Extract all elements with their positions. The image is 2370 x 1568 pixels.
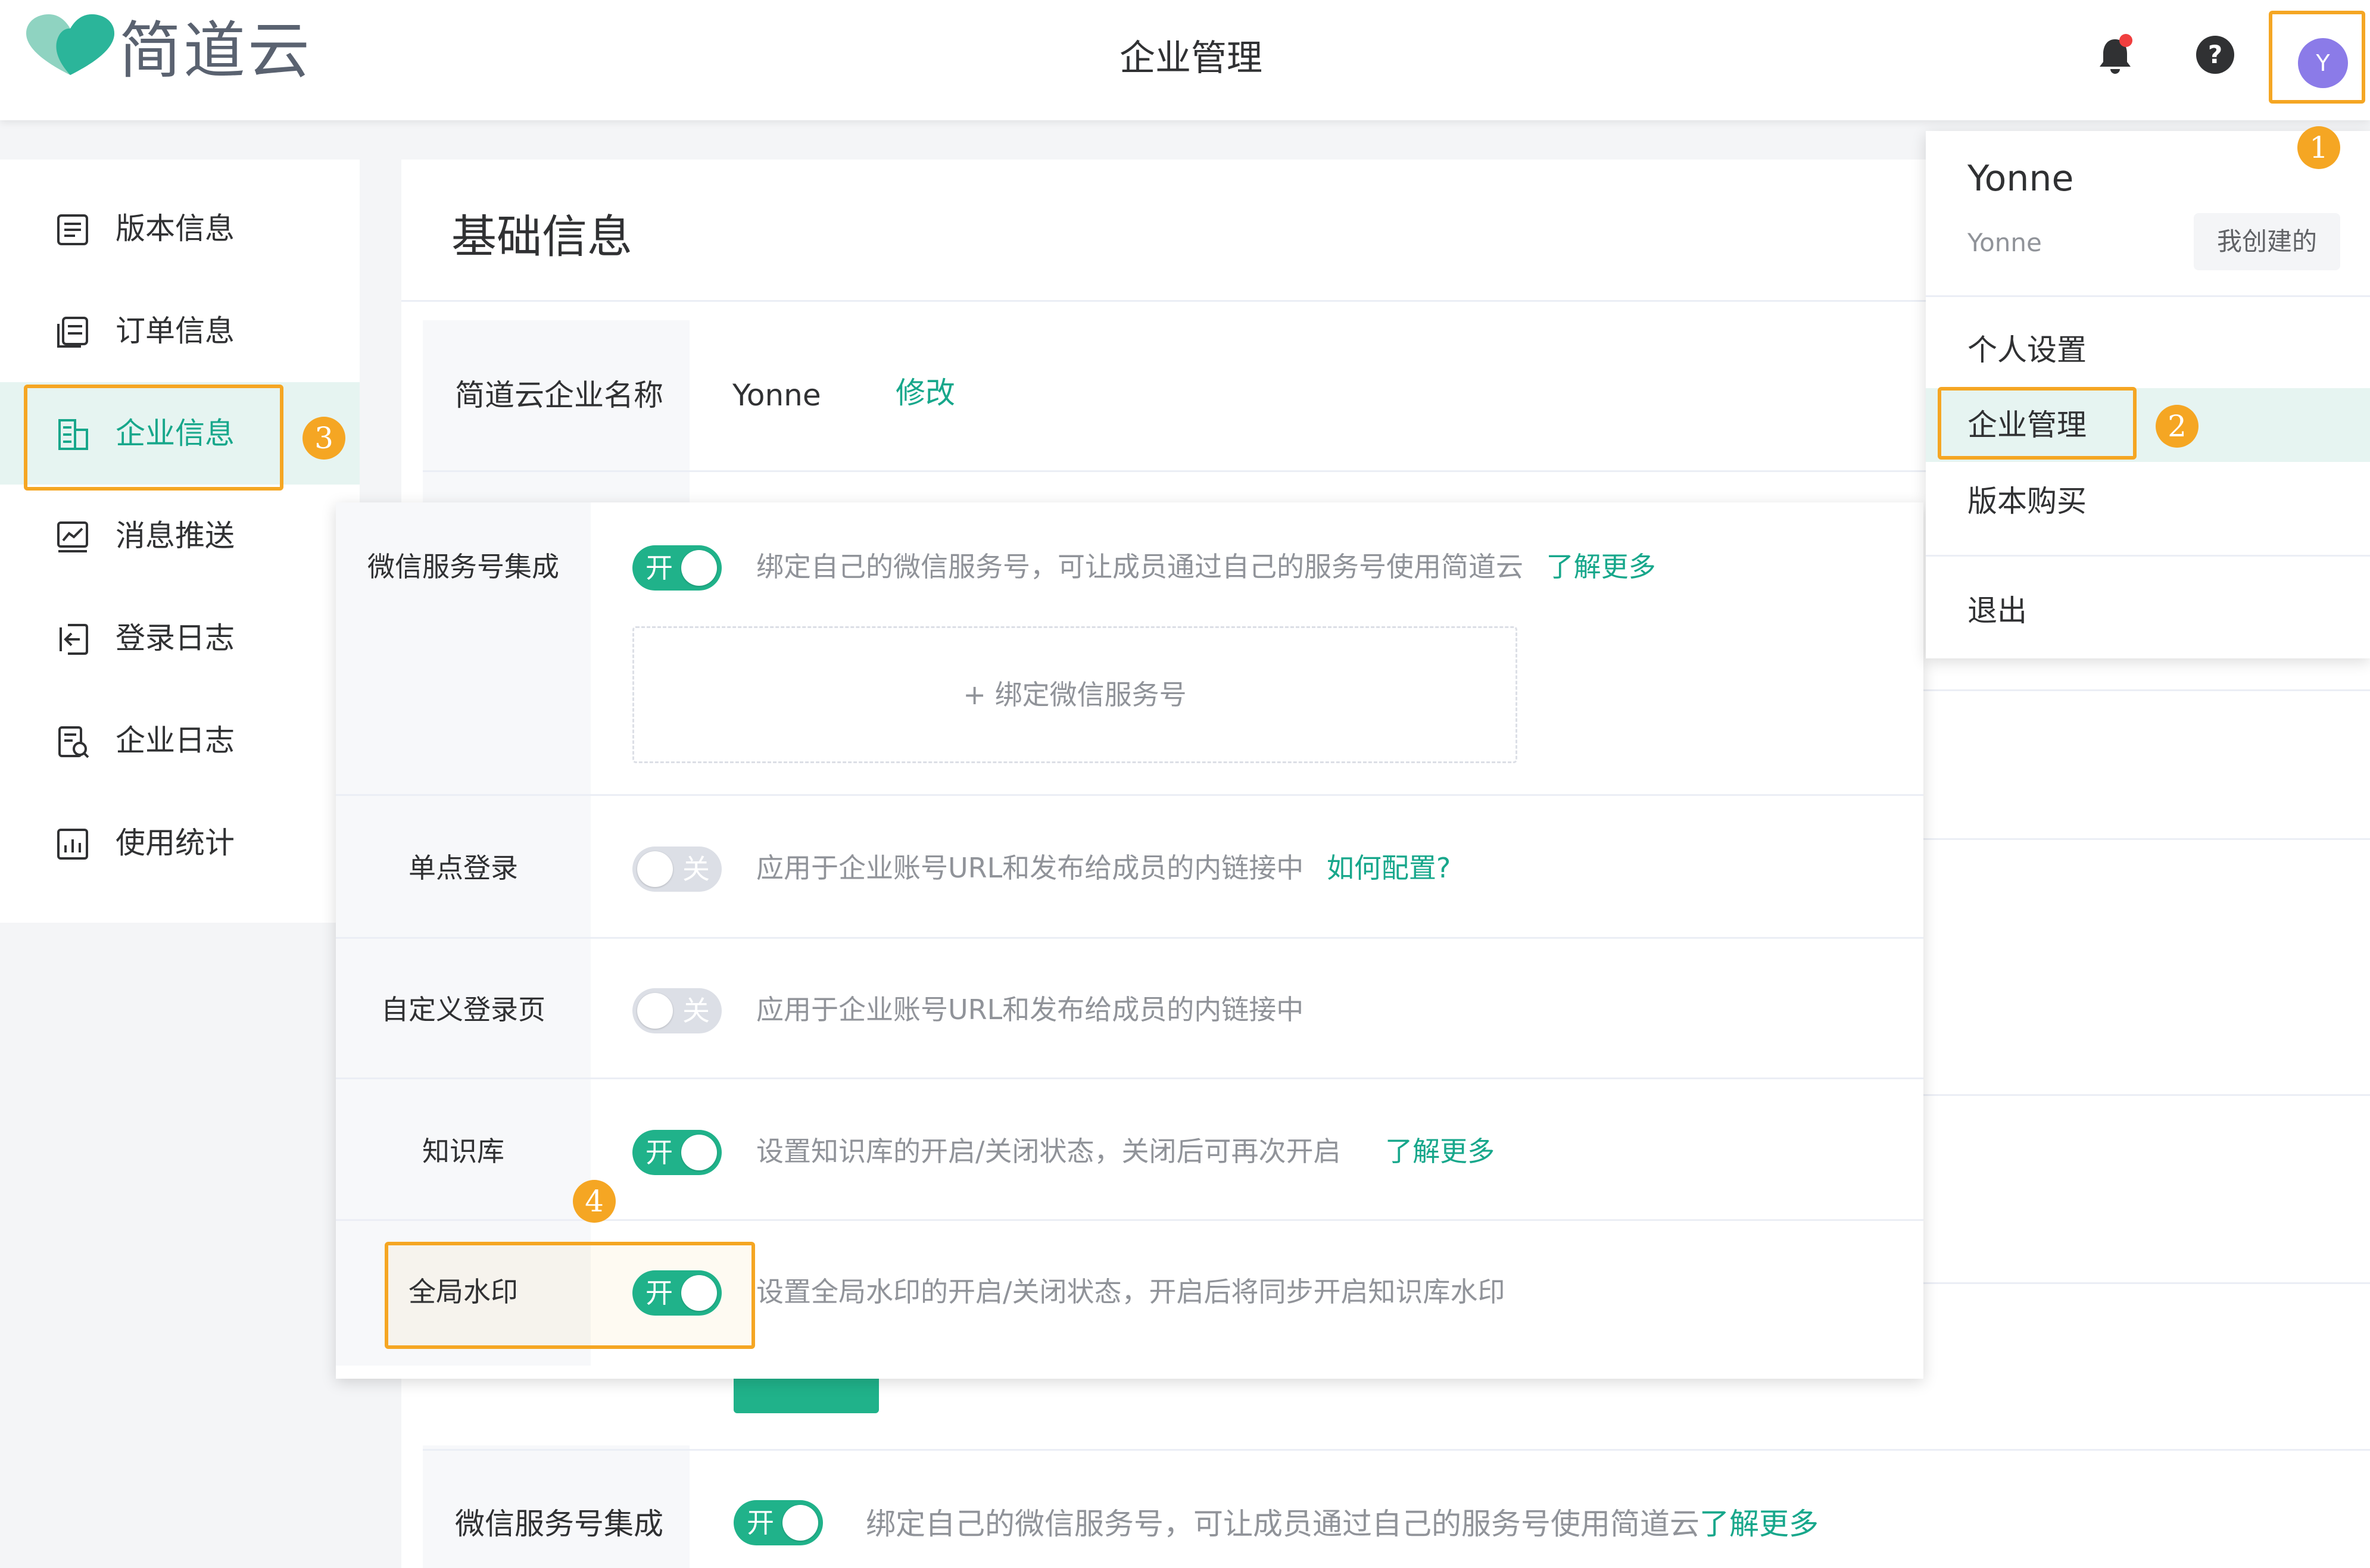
switch-state-text: 开 xyxy=(747,1507,774,1539)
jiandaoyun-logo-icon[interactable] xyxy=(23,11,118,81)
step-badge-4: 4 xyxy=(573,1180,616,1223)
switch-state-text: 开 xyxy=(645,552,673,584)
enterprise-name-value: Yonne xyxy=(732,378,821,413)
switch-knob xyxy=(782,1505,818,1541)
logo-text: 简道云 xyxy=(119,14,313,87)
menu-item-enterprise-management[interactable]: 企业管理 xyxy=(1967,406,2087,444)
step-badge-1: 1 xyxy=(2297,126,2340,169)
page-title: 企业管理 xyxy=(1119,38,1262,79)
wechat-integration-label: 微信服务号集成 xyxy=(455,1507,663,1541)
sidebar-item-label: 版本信息 xyxy=(116,211,235,246)
divider xyxy=(336,1077,1923,1079)
sidebar-item-version-info[interactable]: 版本信息 xyxy=(0,177,360,280)
order-icon xyxy=(57,317,88,348)
switch-knob xyxy=(681,1275,717,1311)
document-icon xyxy=(57,214,88,245)
sso-desc: 应用于企业账号URL和发布给成员的内链接中 如何配置? xyxy=(756,850,1451,886)
sidebar-active-highlight-frame xyxy=(24,385,283,491)
sidebar-item-label: 订单信息 xyxy=(116,314,235,348)
sidebar-item-enterprise-log[interactable]: 企业日志 xyxy=(0,689,360,792)
switch-knob xyxy=(637,851,673,887)
user-dropdown-menu: Yonne Yonne 我创建的 个人设置 企业管理 版本购买 退出 xyxy=(1926,131,2370,658)
panel-label-column xyxy=(336,502,591,1366)
knowledge-base-switch[interactable]: 开 xyxy=(632,1130,722,1175)
wechat-integration-switch[interactable]: 开 xyxy=(734,1500,823,1545)
sidebar-item-label: 消息推送 xyxy=(116,518,235,553)
divider xyxy=(1926,555,2370,557)
knowledge-base-label: 知识库 xyxy=(422,1135,504,1167)
hidden-row-button xyxy=(734,1374,879,1413)
divider xyxy=(336,1219,1923,1221)
switch-knob xyxy=(681,1135,717,1170)
edit-name-link[interactable]: 修改 xyxy=(896,374,955,412)
switch-state-text: 开 xyxy=(645,1136,673,1169)
global-watermark-label: 全局水印 xyxy=(408,1276,518,1308)
desc-text: 应用于企业账号URL和发布给成员的内链接中 xyxy=(756,852,1304,884)
switch-state-text: 关 xyxy=(682,853,710,885)
created-by-me-tag: 我创建的 xyxy=(2194,213,2340,270)
sso-label: 单点登录 xyxy=(408,852,518,884)
help-icon[interactable]: ? xyxy=(2191,31,2239,79)
sidebar: 版本信息 订单信息 企业信息 消息推送 登录日志 企业日志 使用统计 xyxy=(0,160,360,923)
learn-more-link[interactable]: 了解更多 xyxy=(1699,1505,1819,1543)
global-watermark-switch[interactable]: 开 xyxy=(632,1270,722,1316)
notification-bell-icon[interactable] xyxy=(2091,31,2139,79)
sidebar-item-login-log[interactable]: 登录日志 xyxy=(0,587,360,689)
custom-login-page-switch[interactable]: 关 xyxy=(632,988,722,1033)
learn-more-link[interactable]: 了解更多 xyxy=(1385,1135,1495,1167)
avatar[interactable]: Y xyxy=(2298,38,2348,88)
step-badge-3: 3 xyxy=(303,417,345,460)
custom-login-page-label: 自定义登录页 xyxy=(381,994,545,1026)
sidebar-item-usage-stats[interactable]: 使用统计 xyxy=(0,792,360,894)
wechat-integration-desc: 绑定自己的微信服务号，可让成员通过自己的服务号使用简道云 了解更多 xyxy=(756,549,1656,585)
enterprise-name: Yonne xyxy=(1967,228,2042,257)
bind-wechat-account-button[interactable]: + 绑定微信服务号 xyxy=(632,626,1517,763)
knowledge-base-desc: 设置知识库的开启/关闭状态，关闭后可再次开启 了解更多 xyxy=(756,1133,1495,1169)
log-icon xyxy=(58,726,89,758)
sidebar-item-label: 企业日志 xyxy=(116,723,235,758)
svg-text:?: ? xyxy=(2208,40,2222,69)
wechat-integration-switch[interactable]: 开 xyxy=(632,545,722,591)
stats-icon xyxy=(57,829,88,860)
wechat-integration-desc: 绑定自己的微信服务号，可让成员通过自己的服务号使用简道云 xyxy=(866,1507,1699,1541)
how-to-configure-link[interactable]: 如何配置? xyxy=(1327,852,1451,884)
sidebar-item-label: 使用统计 xyxy=(116,826,235,860)
desc-text: 绑定自己的微信服务号，可让成员通过自己的服务号使用简道云 xyxy=(756,551,1523,583)
menu-item-logout[interactable]: 退出 xyxy=(1967,592,2027,630)
sidebar-item-message-push[interactable]: 消息推送 xyxy=(0,485,360,587)
switch-state-text: 关 xyxy=(682,995,710,1027)
divider xyxy=(336,794,1923,796)
settings-zoom-panel: 微信服务号集成 开 绑定自己的微信服务号，可让成员通过自己的服务号使用简道云 了… xyxy=(336,502,1923,1379)
learn-more-link[interactable]: 了解更多 xyxy=(1546,551,1656,583)
switch-state-text: 开 xyxy=(645,1277,673,1309)
plus-icon: + xyxy=(963,679,986,711)
global-watermark-desc: 设置全局水印的开启/关闭状态，开启后将同步开启知识库水印 xyxy=(756,1276,1505,1308)
sso-switch[interactable]: 关 xyxy=(632,847,722,892)
desc-text: 设置知识库的开启/关闭状态，关闭后可再次开启 xyxy=(756,1135,1341,1167)
step-badge-2: 2 xyxy=(2156,405,2199,448)
avatar-highlight-frame[interactable]: Y xyxy=(2269,11,2365,104)
bind-button-label: + 绑定微信服务号 xyxy=(963,679,1187,711)
switch-knob xyxy=(681,550,717,586)
section-title: 基础信息 xyxy=(451,210,632,263)
divider xyxy=(423,1449,2370,1451)
switch-knob xyxy=(637,993,673,1029)
menu-item-personal-settings[interactable]: 个人设置 xyxy=(1967,331,2087,369)
wechat-integration-label: 微信服务号集成 xyxy=(367,551,559,583)
user-name: Yonne xyxy=(1967,158,2074,199)
enterprise-name-label: 简道云企业名称 xyxy=(455,378,663,413)
sidebar-item-label: 登录日志 xyxy=(116,621,235,655)
sidebar-item-order-info[interactable]: 订单信息 xyxy=(0,280,360,382)
menu-item-version-purchase[interactable]: 版本购买 xyxy=(1967,482,2087,520)
notification-dot xyxy=(2119,34,2132,47)
divider xyxy=(336,937,1923,939)
divider xyxy=(1926,295,2370,297)
login-icon xyxy=(60,624,88,655)
custom-login-page-desc: 应用于企业账号URL和发布给成员的内链接中 xyxy=(756,994,1304,1026)
chart-icon xyxy=(57,521,88,552)
top-bar: 简道云 企业管理 ? Y xyxy=(0,0,2370,120)
